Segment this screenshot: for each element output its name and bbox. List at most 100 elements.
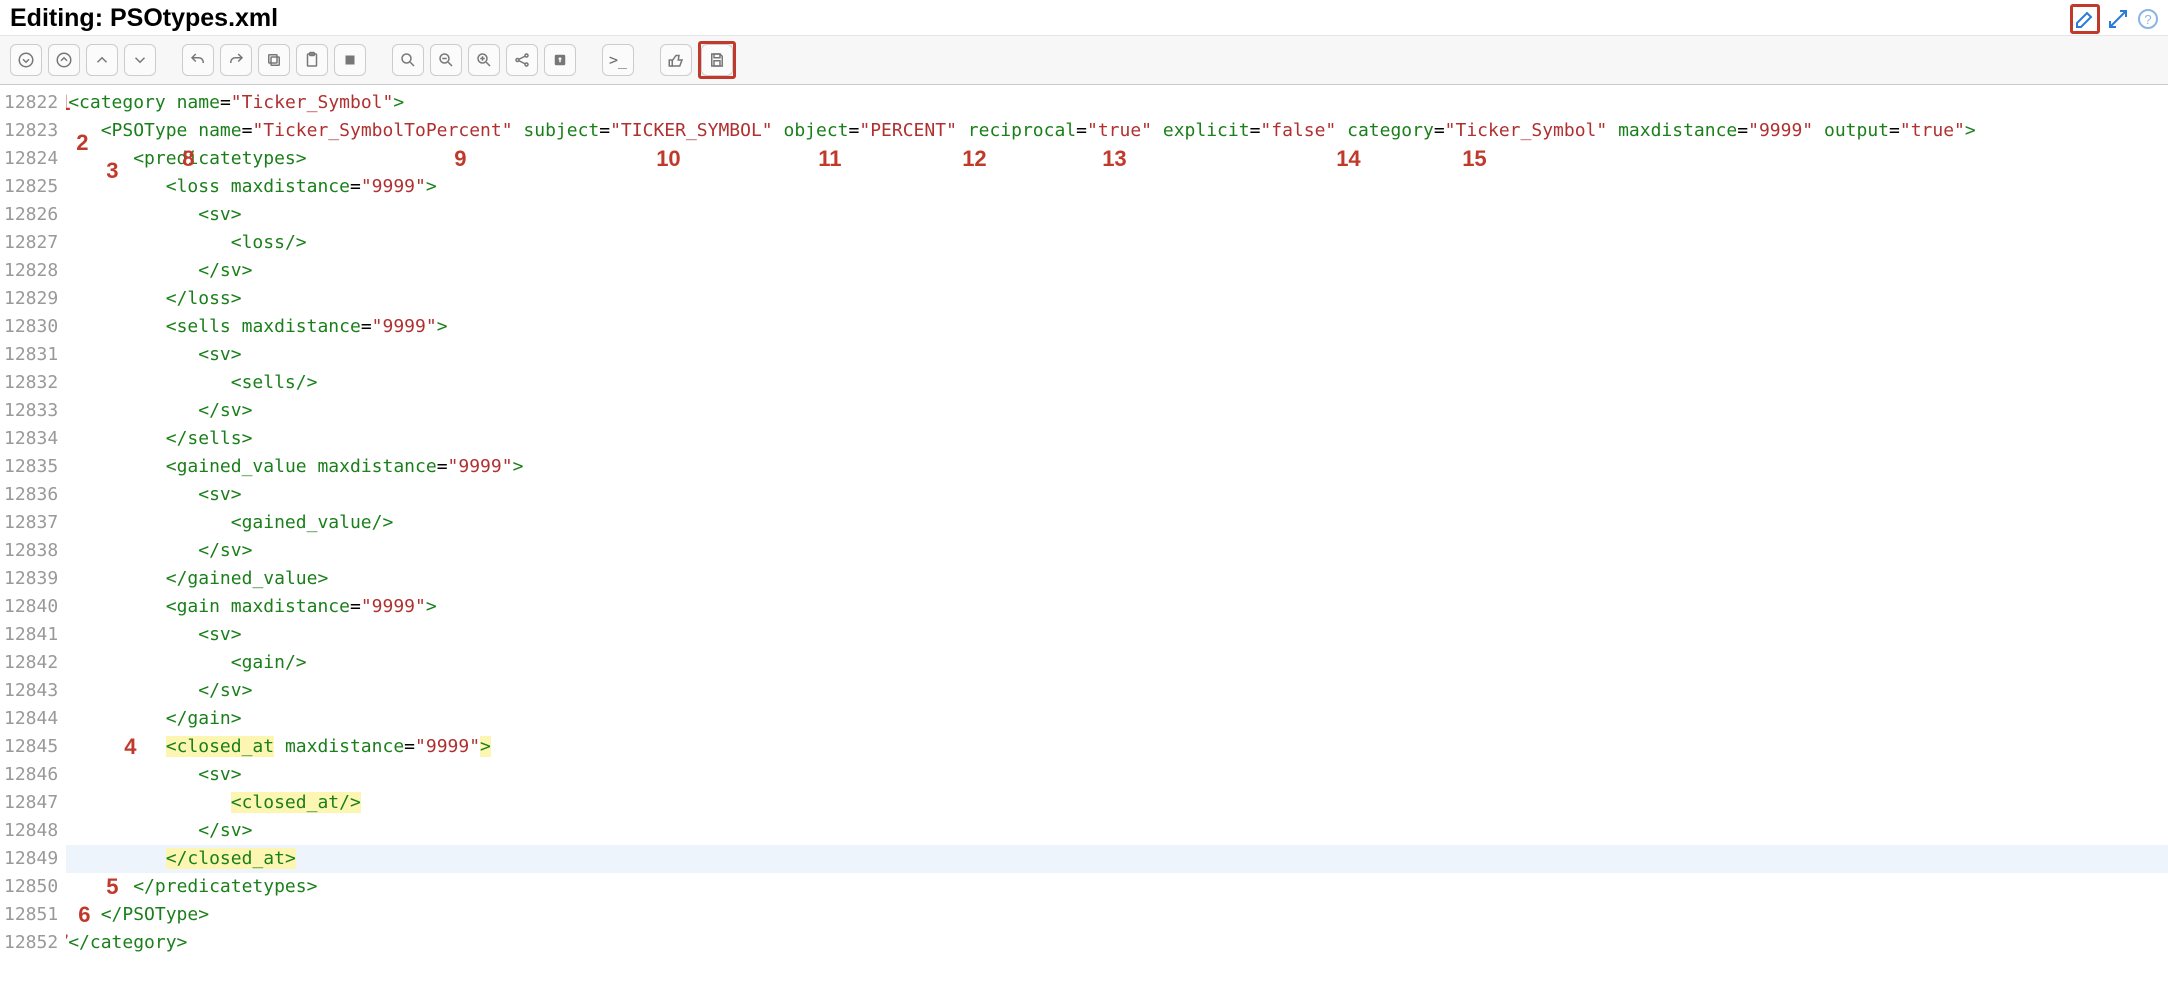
line-number: 12848 — [4, 817, 58, 845]
stop-icon[interactable] — [334, 44, 366, 76]
line-number: 12838 — [4, 537, 58, 565]
editor[interactable]: 1282212823128241282512826128271282812829… — [0, 85, 2168, 961]
code-line[interactable]: <closed_at/> — [66, 789, 2168, 817]
svg-text:?: ? — [2144, 12, 2151, 27]
zoom-out-icon[interactable] — [430, 44, 462, 76]
annotation-callout: 12 — [962, 145, 986, 173]
line-number: 12846 — [4, 761, 58, 789]
copy-icon[interactable] — [258, 44, 290, 76]
code-line[interactable]: </gain> — [66, 705, 2168, 733]
zoom-in-icon[interactable] — [468, 44, 500, 76]
page-title: Editing: PSOtypes.xml — [0, 0, 2168, 35]
annotation-callout: 11 — [818, 145, 841, 173]
paste-icon[interactable] — [296, 44, 328, 76]
code-line[interactable]: <sv> — [66, 201, 2168, 229]
code-line[interactable]: <gained_value maxdistance="9999"> — [66, 453, 2168, 481]
line-number: 12830 — [4, 313, 58, 341]
top-right-controls: ? — [2070, 4, 2160, 34]
code-line[interactable]: </sv> — [66, 817, 2168, 845]
annotation-callout: 15 — [1462, 145, 1486, 173]
annotation-callout: 4 — [124, 733, 136, 761]
code-line[interactable]: <gain maxdistance="9999"> — [66, 593, 2168, 621]
help-icon[interactable]: ? — [2136, 7, 2160, 31]
line-number: 12833 — [4, 397, 58, 425]
line-number: 12852 — [4, 929, 58, 957]
thumbs-up-icon[interactable] — [660, 44, 692, 76]
code-line[interactable]: </sv> — [66, 397, 2168, 425]
code-line[interactable]: <PSOType name="Ticker_SymbolToPercent" s… — [66, 117, 2168, 145]
annotation-callout: 6 — [78, 901, 90, 929]
code-area[interactable]: <category name="Ticker_Symbol"> <PSOType… — [66, 85, 2168, 961]
code-line[interactable]: </closed_at> — [66, 845, 2168, 873]
chevron-up-icon[interactable] — [86, 44, 118, 76]
annotation-callout: 2 — [76, 129, 88, 157]
line-number: 12828 — [4, 257, 58, 285]
code-line[interactable]: <category name="Ticker_Symbol"> — [66, 89, 2168, 117]
code-line[interactable]: <gained_value/> — [66, 509, 2168, 537]
annotation-callout: 10 — [656, 145, 680, 173]
annotation-callout: 3 — [106, 157, 118, 185]
line-number: 12823 — [4, 117, 58, 145]
share-icon[interactable] — [506, 44, 538, 76]
line-number: 12827 — [4, 229, 58, 257]
code-line[interactable]: </loss> — [66, 285, 2168, 313]
code-line[interactable]: </sv> — [66, 537, 2168, 565]
expand-icon[interactable] — [2106, 7, 2130, 31]
line-number: 12840 — [4, 593, 58, 621]
code-line[interactable]: </PSOType> — [66, 901, 2168, 929]
chevron-down-icon[interactable] — [124, 44, 156, 76]
line-number: 12837 — [4, 509, 58, 537]
annotation-callout: 5 — [106, 873, 118, 901]
code-line[interactable]: <loss maxdistance="9999"> — [66, 173, 2168, 201]
annotation-callout: 7 — [66, 929, 68, 957]
line-number: 12850 — [4, 873, 58, 901]
annotation-callout: 9 — [454, 145, 466, 173]
line-number: 12831 — [4, 341, 58, 369]
line-number: 12835 — [4, 453, 58, 481]
code-line[interactable]: </gained_value> — [66, 565, 2168, 593]
search-icon[interactable] — [392, 44, 424, 76]
line-number: 12841 — [4, 621, 58, 649]
line-number: 12822 — [4, 89, 58, 117]
line-number: 12829 — [4, 285, 58, 313]
line-number: 12839 — [4, 565, 58, 593]
line-number: 12845 — [4, 733, 58, 761]
edit-icon[interactable] — [2070, 4, 2100, 34]
scroll-down-circle-icon[interactable] — [10, 44, 42, 76]
terminal-icon[interactable]: >_ — [602, 44, 634, 76]
code-line[interactable]: </predicatetypes> — [66, 873, 2168, 901]
annotation-callout: 1 — [66, 89, 70, 117]
annotation-callout: 13 — [1102, 145, 1126, 173]
code-line[interactable]: </sv> — [66, 257, 2168, 285]
line-number: 12825 — [4, 173, 58, 201]
line-number: 12824 — [4, 145, 58, 173]
export-icon[interactable] — [544, 44, 576, 76]
code-line[interactable]: <sells/> — [66, 369, 2168, 397]
line-number: 12844 — [4, 705, 58, 733]
line-number: 12849 — [4, 845, 58, 873]
scroll-up-circle-icon[interactable] — [48, 44, 80, 76]
code-line[interactable]: <sv> — [66, 621, 2168, 649]
redo-icon[interactable] — [220, 44, 252, 76]
line-number: 12832 — [4, 369, 58, 397]
code-line[interactable]: <closed_at maxdistance="9999"> — [66, 733, 2168, 761]
annotation-callout: 14 — [1336, 145, 1360, 173]
code-line[interactable]: <sv> — [66, 481, 2168, 509]
code-line[interactable]: <loss/> — [66, 229, 2168, 257]
line-number: 12834 — [4, 425, 58, 453]
code-line[interactable]: </sells> — [66, 425, 2168, 453]
line-number: 12826 — [4, 201, 58, 229]
code-line[interactable]: </category> — [66, 929, 2168, 957]
undo-icon[interactable] — [182, 44, 214, 76]
line-number: 12843 — [4, 677, 58, 705]
line-number: 12851 — [4, 901, 58, 929]
line-number: 12847 — [4, 789, 58, 817]
code-line[interactable]: </sv> — [66, 677, 2168, 705]
code-line[interactable]: <sv> — [66, 761, 2168, 789]
code-line[interactable]: <sv> — [66, 341, 2168, 369]
code-line[interactable]: <gain/> — [66, 649, 2168, 677]
line-number-gutter: 1282212823128241282512826128271282812829… — [0, 85, 66, 961]
annotation-callout: 8 — [182, 145, 194, 173]
code-line[interactable]: <sells maxdistance="9999"> — [66, 313, 2168, 341]
save-icon[interactable] — [701, 44, 733, 76]
